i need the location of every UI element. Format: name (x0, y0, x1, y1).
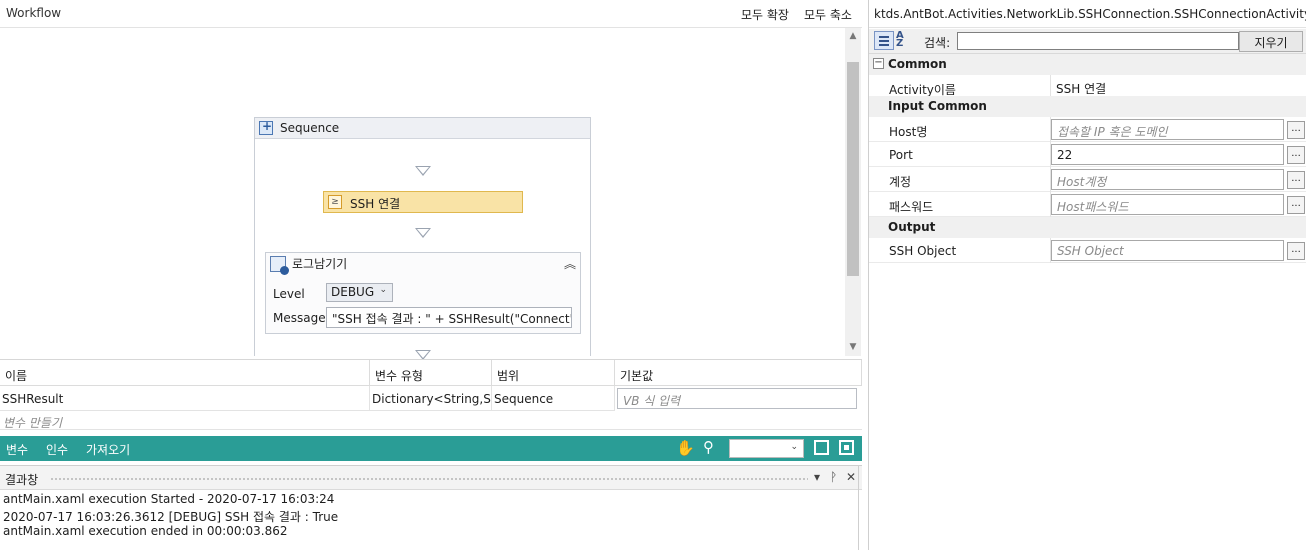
variable-scope-cell[interactable]: Sequence (492, 386, 615, 411)
category-output[interactable]: Output (869, 217, 1306, 238)
clear-button[interactable]: 지우기 (1239, 31, 1303, 52)
column-header-name[interactable]: 이름 (0, 360, 370, 386)
overview-icon[interactable] (839, 440, 854, 455)
sequence-container[interactable]: Sequence ≥ SSH 연결 로그남기기 ︽ Level DEBUG ⌄ … (254, 117, 591, 360)
level-label: Level (273, 287, 305, 301)
sequence-title: Sequence (280, 121, 340, 135)
property-row[interactable]: 패스워드 Host패스워드 ... (869, 192, 1306, 217)
property-row[interactable]: Port 22 ... (869, 142, 1306, 167)
ellipsis-button[interactable]: ... (1287, 242, 1305, 260)
ssh-activity-label: SSH 연결 (350, 197, 401, 211)
column-header-type[interactable]: 변수 유형 (370, 360, 492, 386)
output-title: 결과창 (5, 473, 39, 487)
magnifier-icon[interactable]: ⚲ (703, 438, 714, 456)
workflow-designer: Workflow 모두 확장 모두 축소 ▲ ▼ Sequence ≥ SSH … (0, 0, 862, 360)
designer-bottom-bar: 변수 인수 가져오기 ✋ ⚲ ⌄ (0, 436, 862, 461)
host-input[interactable]: 접속할 IP 혹은 도메인 (1051, 119, 1284, 140)
ssh-object-input[interactable]: SSH Object (1051, 240, 1284, 261)
variable-default-input[interactable]: VB 식 입력 (617, 388, 857, 409)
search-input[interactable] (957, 32, 1239, 50)
properties-title: ktds.AntBot.Activities.NetworkLib.SSHCon… (874, 7, 1306, 21)
output-line: 2020-07-17 16:03:26.3612 [DEBUG] SSH 접속 … (3, 510, 339, 524)
column-header-scope[interactable]: 범위 (492, 360, 615, 386)
property-name: Port (889, 148, 913, 162)
pin-icon[interactable]: ᚹ (830, 470, 837, 484)
close-icon[interactable]: ✕ (846, 470, 856, 484)
property-row[interactable]: Host명 접속할 IP 혹은 도메인 ... (869, 117, 1306, 142)
collapse-chevron-icon[interactable]: ︽ (564, 255, 576, 272)
drop-target-icon[interactable] (415, 166, 431, 176)
ellipsis-button[interactable]: ... (1287, 121, 1305, 139)
drop-target-icon[interactable] (415, 228, 431, 238)
category-input-common[interactable]: Input Common (869, 96, 1306, 117)
property-name: SSH Object (889, 244, 957, 258)
property-name: 패스워드 (889, 200, 934, 214)
sort-alphabetical-icon[interactable]: AZ (896, 31, 904, 49)
log-activity-icon (270, 256, 289, 275)
category-common[interactable]: − Common (869, 54, 1306, 75)
category-label: Common (888, 57, 947, 71)
variables-panel: 이름 변수 유형 범위 기본값 SSHResult Dictionary<Str… (0, 359, 862, 436)
sequence-header[interactable]: Sequence (255, 118, 590, 139)
divider (0, 429, 862, 430)
panel-grip[interactable] (50, 477, 808, 481)
ssh-activity-icon: ≥ (328, 195, 342, 209)
categorized-view-icon[interactable] (874, 31, 894, 50)
column-header-default[interactable]: 기본값 (615, 360, 862, 386)
chevron-down-icon: ⌄ (790, 442, 798, 452)
designer-title: Workflow (6, 6, 62, 20)
log-activity[interactable]: 로그남기기 ︽ Level DEBUG ⌄ Message "SSH 접속 결과… (265, 252, 581, 334)
chevron-down-icon: ⌄ (379, 285, 387, 295)
category-label: Input Common (888, 99, 987, 113)
output-header: 결과창 ▾ ᚹ ✕ (0, 466, 862, 490)
designer-header: Workflow 모두 확장 모두 축소 (0, 0, 862, 28)
output-line: antMain.xaml execution Started - 2020-07… (3, 492, 335, 506)
log-activity-title: 로그남기기 (292, 257, 348, 271)
scroll-up-icon[interactable]: ▲ (845, 31, 861, 41)
ellipsis-button[interactable]: ... (1287, 171, 1305, 189)
ellipsis-button[interactable]: ... (1287, 196, 1305, 214)
sequence-icon (259, 119, 273, 135)
activity-name-value[interactable]: SSH 연결 (1051, 77, 1284, 98)
properties-toolbar: AZ 검색: 지우기 (869, 29, 1306, 54)
divider (858, 466, 862, 550)
ssh-connect-activity[interactable]: ≥ SSH 연결 (323, 191, 523, 213)
level-select[interactable]: DEBUG ⌄ (326, 283, 393, 302)
property-row[interactable]: 계정 Host계정 ... (869, 167, 1306, 192)
zoom-select[interactable]: ⌄ (729, 439, 804, 458)
variable-type-cell[interactable]: Dictionary<String,Strin (370, 386, 492, 411)
properties-panel: ktds.AntBot.Activities.NetworkLib.SSHCon… (868, 0, 1306, 550)
message-label: Message (273, 311, 326, 325)
output-panel: 결과창 ▾ ᚹ ✕ antMain.xaml execution Started… (0, 465, 862, 550)
collapse-all-link[interactable]: 모두 축소 (804, 6, 852, 23)
property-name: Host명 (889, 125, 928, 139)
property-row[interactable]: SSH Object SSH Object ... (869, 238, 1306, 263)
property-name: 계정 (889, 175, 912, 189)
collapse-icon[interactable]: − (873, 58, 884, 69)
output-line: antMain.xaml execution ended in 00:00:03… (3, 524, 288, 538)
variable-name-cell[interactable]: SSHResult (0, 386, 370, 411)
tab-arguments[interactable]: 인수 (46, 441, 68, 458)
password-input[interactable]: Host패스워드 (1051, 194, 1284, 215)
category-label: Output (888, 220, 936, 234)
tab-imports[interactable]: 가져오기 (86, 441, 130, 458)
fit-screen-icon[interactable] (814, 440, 829, 455)
level-value: DEBUG (331, 285, 375, 299)
dropdown-icon[interactable]: ▾ (814, 470, 820, 484)
message-input[interactable]: "SSH 접속 결과 : " + SSHResult("Connect") (326, 307, 572, 328)
hand-icon[interactable]: ✋ (676, 439, 695, 457)
search-label: 검색: (924, 36, 951, 50)
scroll-down-icon[interactable]: ▼ (845, 342, 861, 352)
scrollbar-thumb[interactable] (847, 62, 859, 276)
ellipsis-button[interactable]: ... (1287, 146, 1305, 164)
account-input[interactable]: Host계정 (1051, 169, 1284, 190)
tab-variables[interactable]: 변수 (6, 441, 28, 458)
properties-header: ktds.AntBot.Activities.NetworkLib.SSHCon… (869, 0, 1306, 28)
port-input[interactable]: 22 (1051, 144, 1284, 165)
expand-all-link[interactable]: 모두 확장 (741, 6, 789, 23)
